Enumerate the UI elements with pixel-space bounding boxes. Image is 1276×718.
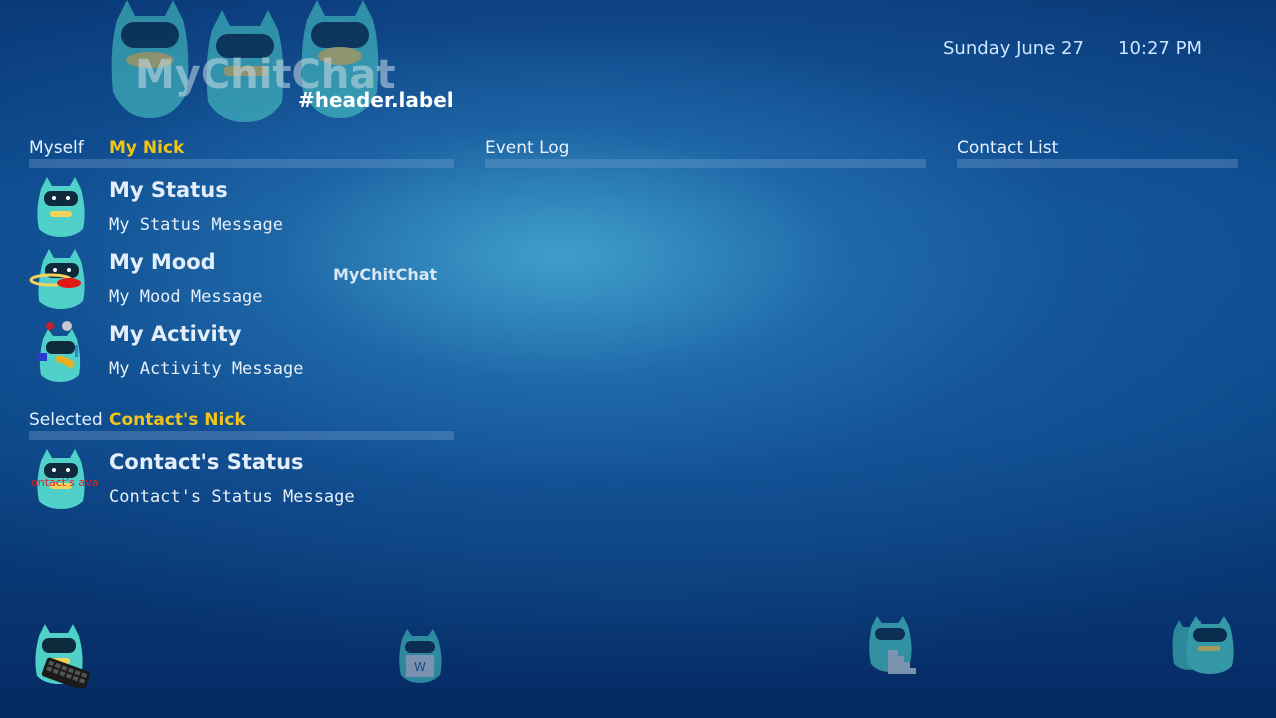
contact-avatar-overlay-text: ontact's ava (31, 476, 99, 489)
svg-text:W: W (414, 660, 426, 674)
header-date: Sunday June 27 (943, 38, 1084, 59)
contact-nick: Contact's Nick (109, 410, 246, 430)
selected-section-label: Selected (29, 410, 103, 430)
mascot-stairs-icon[interactable] (862, 614, 922, 678)
mascot-book-icon[interactable]: W (392, 627, 450, 685)
my-activity-title[interactable]: My Activity (109, 322, 241, 346)
contact-list-title: Contact List (957, 138, 1059, 158)
contact-list-divider-bar (957, 159, 1238, 168)
mascot-group-icon[interactable] (1170, 614, 1240, 678)
my-nick: My Nick (109, 138, 185, 158)
header-label: #header.label (298, 88, 454, 112)
mascot-activity-icon[interactable] (29, 319, 93, 383)
event-log-divider-bar (485, 159, 926, 168)
my-status-title[interactable]: My Status (109, 178, 228, 202)
myself-divider-bar (29, 159, 454, 168)
event-log-title: Event Log (485, 138, 570, 158)
contact-status-title: Contact's Status (109, 450, 304, 474)
my-activity-message[interactable]: My Activity Message (109, 359, 303, 379)
selected-divider-bar (29, 431, 454, 440)
myself-section-label: Myself (29, 138, 84, 158)
contact-status-message: Contact's Status Message (109, 487, 355, 507)
my-mood-message[interactable]: My Mood Message (109, 287, 263, 307)
my-status-message[interactable]: My Status Message (109, 215, 283, 235)
floating-app-label: MyChitChat (333, 265, 438, 284)
mascot-status-icon[interactable] (29, 175, 93, 239)
header-time: 10:27 PM (1118, 38, 1202, 59)
mascot-mood-icon[interactable] (29, 247, 93, 311)
my-mood-title[interactable]: My Mood (109, 250, 216, 274)
mascot-keyboard-icon[interactable] (29, 622, 93, 688)
